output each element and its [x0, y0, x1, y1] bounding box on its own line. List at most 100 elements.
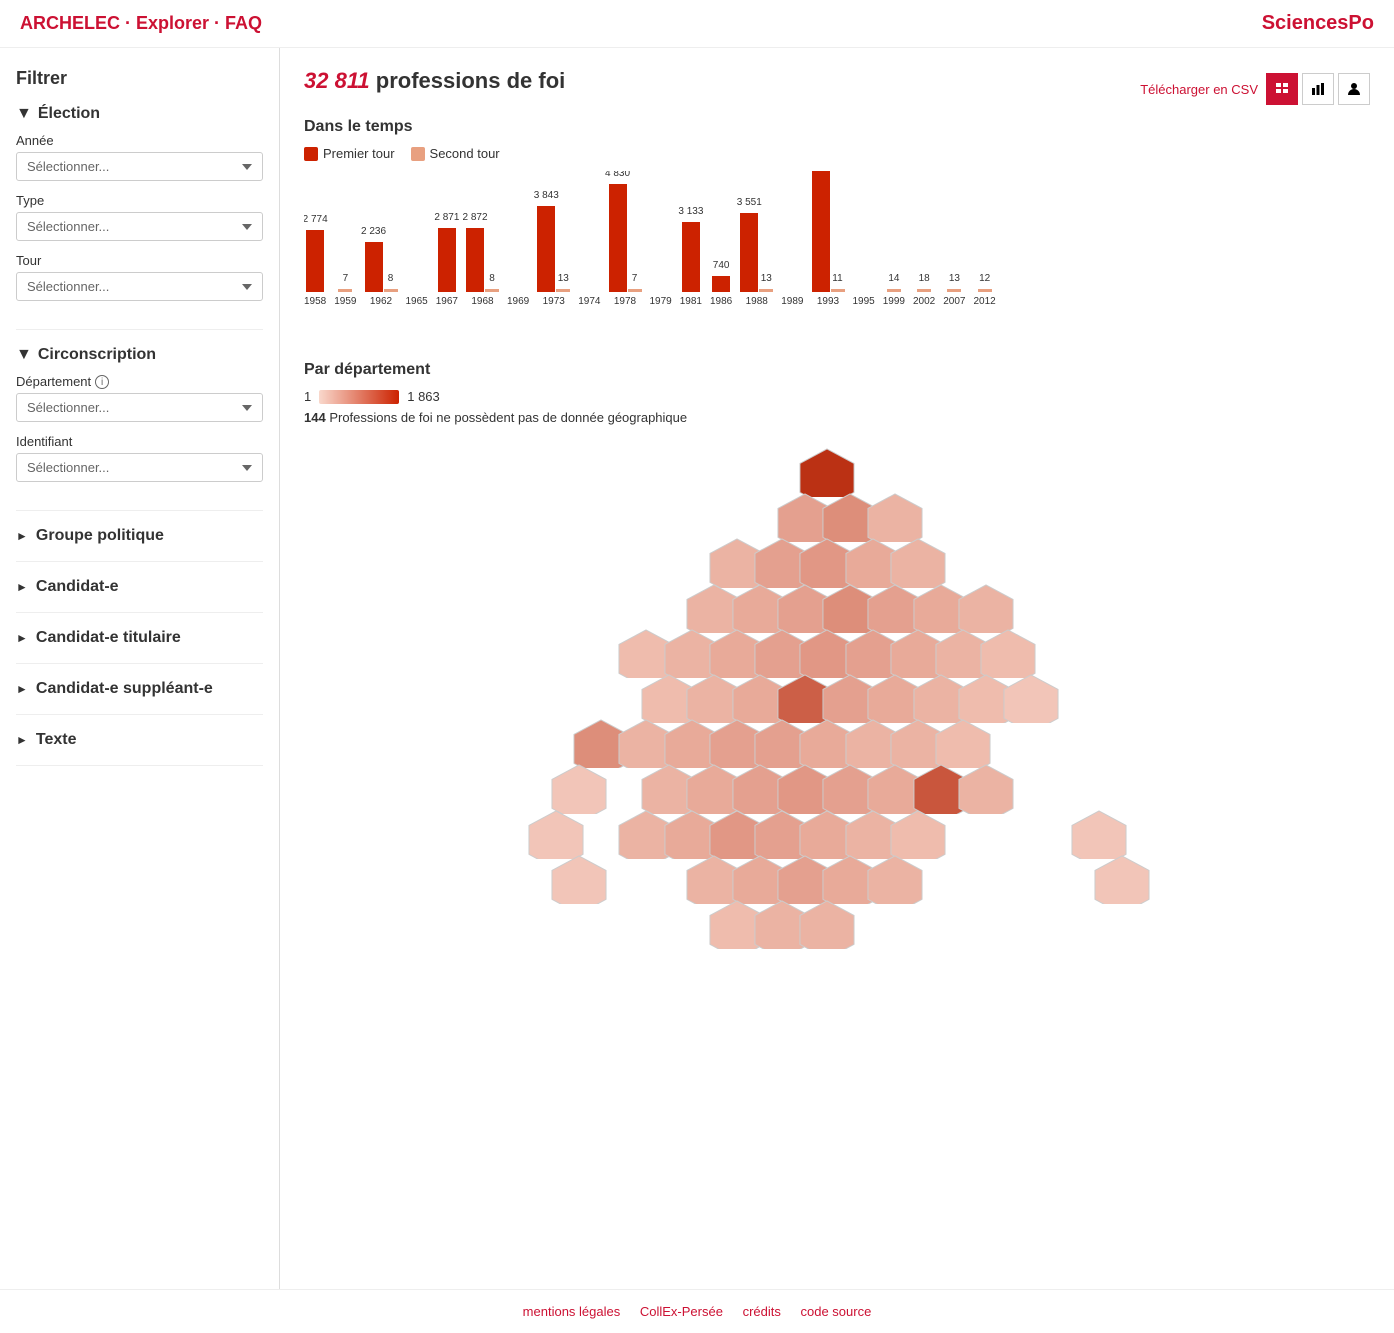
bar-year-label: 1999	[883, 296, 905, 307]
candidat-label: Candidat-e	[36, 578, 119, 596]
hex-cell[interactable]	[957, 763, 1015, 813]
hex-cell[interactable]	[1002, 673, 1060, 723]
mentions-link[interactable]: mentions légales	[523, 1304, 621, 1319]
candidat-suppleante-header[interactable]: ► Candidat-e suppléant-e	[16, 680, 263, 698]
map-legend: 1 1 863	[304, 389, 1370, 404]
bar-year-label: 1986	[710, 296, 732, 307]
bar-group: 7 1959	[334, 289, 356, 307]
groupe-politique-label: Groupe politique	[36, 527, 164, 545]
hex-cell[interactable]	[1070, 809, 1128, 859]
circonscription-header[interactable]: ▼ Circonscription	[16, 346, 263, 364]
annee-select[interactable]: Sélectionner...	[16, 152, 263, 181]
hex-cell[interactable]	[957, 583, 1015, 633]
election-header[interactable]: ▼ Élection	[16, 105, 263, 123]
download-csv-button[interactable]: Télécharger en CSV	[1140, 82, 1258, 97]
hex-cell[interactable]	[934, 718, 992, 768]
table-view-button[interactable]	[1266, 73, 1298, 105]
secondary-bar: 7	[338, 289, 352, 292]
hex-cell[interactable]	[527, 809, 585, 859]
person-icon	[1347, 82, 1361, 96]
circonscription-section: ▼ Circonscription Département i Sélectio…	[16, 346, 263, 511]
election-label: Élection	[38, 105, 100, 123]
bar-year-label: 2012	[974, 296, 996, 307]
legend: Premier tour Second tour	[304, 146, 1370, 161]
bar-year-label: 1958	[304, 296, 326, 307]
hex-cell[interactable]	[1093, 854, 1151, 904]
bar-year-label: 1974	[578, 296, 600, 307]
bar-year-label: 1981	[680, 296, 702, 307]
hex-cell[interactable]	[798, 899, 856, 949]
bar-group: 122012	[974, 289, 996, 307]
map-legend-gradient	[319, 390, 399, 404]
source-link[interactable]: code source	[801, 1304, 872, 1319]
bar-year-label: 1962	[370, 296, 392, 307]
map-note: 144 Professions de foi ne possèdent pas …	[304, 410, 1370, 425]
bar-group: 2 774 1958	[304, 230, 326, 307]
candidat-header[interactable]: ► Candidat-e	[16, 578, 263, 596]
bar-year-label: 1967	[436, 296, 458, 307]
legend-premier-color	[304, 147, 318, 161]
type-select[interactable]: Sélectionner...	[16, 212, 263, 241]
bar-group: 4 83071978	[609, 184, 642, 307]
bar-year-label: 1969	[507, 296, 529, 307]
legend-premier-label: Premier tour	[323, 146, 395, 161]
bar-year-label: 1989	[781, 296, 803, 307]
bar-year-label: 1993	[817, 296, 839, 307]
candidat-titulaire-header[interactable]: ► Candidat-e titulaire	[16, 629, 263, 647]
texte-header[interactable]: ► Texte	[16, 731, 263, 749]
bar-year-label: 2007	[943, 296, 965, 307]
departement-select[interactable]: Sélectionner...	[16, 393, 263, 422]
map-scale-end: 1 863	[407, 389, 440, 404]
identifiant-select[interactable]: Sélectionner...	[16, 453, 263, 482]
sidebar: Filtrer ▼ Élection Année Sélectionner...…	[0, 48, 280, 1289]
election-section: ▼ Élection Année Sélectionner... Type Sé…	[16, 105, 263, 330]
main-content: 32 811 professions de foi Télécharger en…	[280, 48, 1394, 1289]
hex-cell[interactable]	[798, 447, 856, 497]
primary-bar: 2 774	[306, 230, 324, 292]
secondary-bar: 13	[947, 289, 961, 292]
primary-bar: 2 871	[438, 228, 456, 292]
person-view-button[interactable]	[1338, 73, 1370, 105]
primary-bar: 4 830	[609, 184, 627, 292]
primary-bar: 3 843	[537, 206, 555, 292]
bar-year-label: 1959	[334, 296, 356, 307]
bar-group: 3 1331981	[680, 222, 702, 307]
hex-cell[interactable]	[979, 628, 1037, 678]
bar-year-label: 1968	[471, 296, 493, 307]
credits-link[interactable]: crédits	[743, 1304, 781, 1319]
bar-year-label: 2002	[913, 296, 935, 307]
hex-cell[interactable]	[550, 763, 608, 813]
header-brand: SciencesPo	[1262, 12, 1374, 35]
hex-cell[interactable]	[550, 854, 608, 904]
bar-year-label: 1973	[543, 296, 565, 307]
bar-group: 18 2002	[913, 289, 935, 307]
chart-view-button[interactable]	[1302, 73, 1334, 105]
page-title: 32 811 professions de foi	[304, 68, 565, 94]
groupe-politique-header[interactable]: ► Groupe politique	[16, 527, 263, 545]
hex-cell[interactable]	[889, 537, 947, 587]
bar-group: 2 23681962	[365, 242, 398, 307]
hex-cell[interactable]	[889, 809, 947, 859]
hex-cell[interactable]	[866, 854, 924, 904]
bar-group: 3 551131988	[740, 213, 773, 307]
texte-label: Texte	[36, 731, 77, 749]
legend-premier: Premier tour	[304, 146, 395, 161]
table-icon	[1275, 82, 1289, 96]
texte-section: ► Texte	[16, 731, 263, 766]
sidebar-title: Filtrer	[16, 68, 263, 89]
top-bar: 32 811 professions de foi Télécharger en…	[304, 68, 1370, 110]
bar-chart: 2 7741958719592 2368196219652 87119672 8…	[304, 171, 1370, 331]
secondary-bar: 18	[917, 289, 931, 292]
texte-arrow: ►	[16, 733, 28, 747]
secondary-bar: 8	[485, 289, 499, 292]
groupe-politique-arrow: ►	[16, 529, 28, 543]
dept-section-title: Par département	[304, 361, 1370, 379]
bar-group: 7401986	[710, 276, 732, 307]
title-text: professions de foi	[376, 68, 565, 93]
primary-bar: 2 872	[466, 228, 484, 292]
collex-link[interactable]: CollEx-Persée	[640, 1304, 723, 1319]
header: ARCHELEC · Explorer · FAQ SciencesPo	[0, 0, 1394, 48]
hex-cell[interactable]	[866, 492, 924, 542]
tour-select[interactable]: Sélectionner...	[16, 272, 263, 301]
view-buttons	[1266, 73, 1370, 105]
